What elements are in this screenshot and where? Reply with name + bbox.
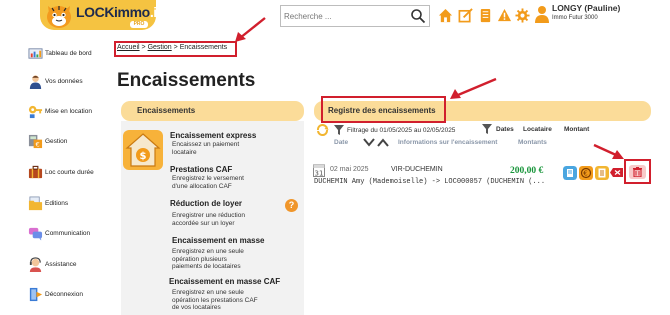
user-company: Immo Futur 3000 xyxy=(552,15,598,21)
search-box xyxy=(280,5,430,27)
logout-icon xyxy=(29,287,43,301)
sidebar-item-label: Vos données xyxy=(45,77,83,85)
sort-arrows-icon[interactable] xyxy=(362,137,390,148)
suitcase-icon xyxy=(28,165,43,178)
document-icon[interactable] xyxy=(595,166,609,180)
option-description: Enregistrez en une seule opération plusi… xyxy=(172,248,244,270)
unlink-icon[interactable] xyxy=(610,168,623,177)
subheader-date: Date xyxy=(334,139,349,146)
sidebar-item-deconnexion[interactable]: Déconnexion xyxy=(28,284,83,304)
annotation-arrow xyxy=(235,17,266,42)
option-description: Enregistrer une réduction accordée sur u… xyxy=(172,212,245,227)
row-payment-ref: VIR-DUCHEMIN xyxy=(391,166,443,173)
user-icon[interactable] xyxy=(534,5,550,24)
left-panel-title: Encaissements xyxy=(137,106,196,115)
annotation-arrow xyxy=(593,143,624,159)
sidebar-item-editions[interactable]: Editions xyxy=(28,193,68,213)
column-header-dates[interactable]: Dates xyxy=(496,126,514,133)
subheader-amount: Montants xyxy=(518,139,547,146)
filter-icon[interactable] xyxy=(482,124,492,134)
row-date: 02 mai 2025 xyxy=(330,166,369,173)
option-description: Enregistrez le versement d'une allocatio… xyxy=(172,175,244,190)
filter-icon[interactable] xyxy=(334,125,344,135)
option-reduction-de-loyer[interactable]: Réduction de loyer xyxy=(170,199,242,208)
chat-icon xyxy=(28,227,43,241)
left-panel-header: Encaissements xyxy=(121,101,304,121)
page-title: Encaissements xyxy=(117,70,256,91)
support-icon xyxy=(29,256,42,272)
refresh-icon[interactable] xyxy=(316,124,329,136)
row-amount: 200,00 € xyxy=(510,166,544,176)
sidebar-item-communication[interactable]: Communication xyxy=(28,223,90,243)
calculator-icon: € xyxy=(28,134,43,148)
svg-text:€: € xyxy=(36,140,40,148)
key-icon xyxy=(28,105,43,118)
sidebar-item-label: Tableau de bord xyxy=(45,49,92,57)
calendar-icon: 31 xyxy=(313,164,325,177)
gear-icon[interactable] xyxy=(515,8,530,23)
column-header-locataire[interactable]: Locataire xyxy=(523,126,552,133)
annotation-arrow xyxy=(450,77,497,99)
tiger-mascot-icon xyxy=(47,6,71,28)
delete-highlight-box xyxy=(624,159,651,184)
dashboard-icon xyxy=(28,47,43,59)
sidebar-item-label: Loc courte durée xyxy=(45,168,94,176)
sidebar-item-vos-donnees[interactable]: Vos données xyxy=(28,71,83,91)
option-prestations-caf[interactable]: Prestations CAF xyxy=(170,165,232,174)
svg-text:€: € xyxy=(583,170,587,178)
sidebar-item-label: Communication xyxy=(45,229,91,237)
option-encaissement-express[interactable]: Encaissement express xyxy=(170,131,256,140)
sidebar-item-tableau-de-bord[interactable]: Tableau de bord xyxy=(28,43,92,63)
house-euro-icon: $ xyxy=(123,130,163,170)
breadcrumb-highlight-box xyxy=(114,41,237,57)
alert-icon[interactable] xyxy=(497,8,512,23)
filter-period-text: Filtrage du 01/05/2025 au 02/05/2025 xyxy=(347,126,456,134)
svg-text:31: 31 xyxy=(315,169,324,177)
svg-text:$: $ xyxy=(140,151,147,162)
sidebar-item-label: Editions xyxy=(45,199,69,207)
user-name[interactable]: LONGY (Pauline) xyxy=(552,3,620,13)
search-icon[interactable] xyxy=(410,8,426,24)
logo-tag: PRO xyxy=(130,21,148,28)
receipt-icon[interactable] xyxy=(563,166,577,180)
option-description: Enregistrez en une seule opération les p… xyxy=(172,289,258,311)
search-input[interactable] xyxy=(284,8,409,24)
filter-row: Filtrage du 01/05/2025 au 02/05/2025 xyxy=(316,124,455,136)
column-header-montant[interactable]: Montant xyxy=(564,126,589,133)
euro-icon[interactable]: € xyxy=(579,166,593,180)
edit-icon[interactable] xyxy=(458,8,473,23)
logo-text: LOCKimmo.io xyxy=(76,4,165,20)
sidebar-item-loc-courte-duree[interactable]: Loc courte durée xyxy=(28,162,94,182)
help-icon[interactable]: ? xyxy=(285,199,298,212)
subheader-info: Informations sur l'encaissement xyxy=(398,139,498,146)
sidebar-item-label: Déconnexion xyxy=(45,290,83,298)
folder-icon xyxy=(28,196,43,210)
sidebar-item-label: Gestion xyxy=(45,137,68,145)
documents-icon[interactable] xyxy=(478,8,493,23)
sidebar-item-label: Assistance xyxy=(45,260,77,268)
register-highlight-box xyxy=(321,96,446,123)
home-icon[interactable] xyxy=(438,8,453,23)
sidebar-item-gestion[interactable]: € Gestion xyxy=(28,131,67,151)
person-icon xyxy=(29,74,42,89)
sidebar-item-mise-en-location[interactable]: Mise en location xyxy=(28,101,92,121)
option-encaissement-en-masse[interactable]: Encaissement en masse xyxy=(172,236,265,245)
sidebar-item-label: Mise en location xyxy=(45,107,92,115)
row-description: DUCHEMIN Amy (Mademoiselle) -> LOC000057… xyxy=(314,178,546,186)
option-encaissement-en-masse-caf[interactable]: Encaissement en masse CAF xyxy=(169,277,280,286)
option-description: Encaissez un paiement locataire xyxy=(172,141,240,156)
sidebar-item-assistance[interactable]: Assistance xyxy=(28,254,76,274)
